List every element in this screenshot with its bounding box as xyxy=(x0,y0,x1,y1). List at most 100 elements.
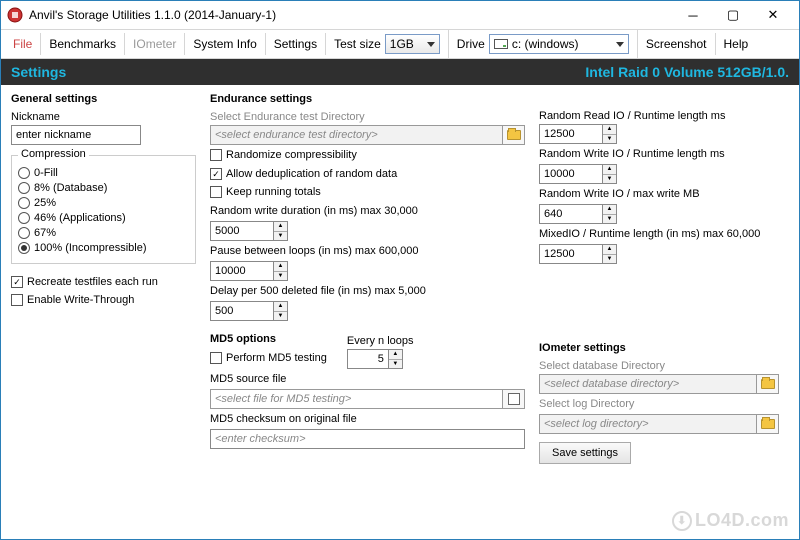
general-title: General settings xyxy=(11,93,196,105)
compression-option[interactable]: 46% (Applications) xyxy=(18,212,189,224)
folder-icon xyxy=(761,379,775,389)
watermark-icon: ⬇ xyxy=(672,511,692,531)
keep-checkbox-row[interactable]: Keep running totals xyxy=(210,186,525,198)
recreate-checkbox-row[interactable]: ✓ Recreate testfiles each run xyxy=(11,276,196,288)
compression-option-label: 67% xyxy=(34,227,56,239)
browse-button[interactable] xyxy=(756,375,778,393)
menu-settings[interactable]: Settings xyxy=(266,33,326,55)
compression-option-label: 25% xyxy=(34,197,56,209)
checkbox-icon: ✓ xyxy=(11,276,23,288)
browse-button[interactable] xyxy=(502,126,524,144)
maxwrite-label: Random Write IO / max write MB xyxy=(539,188,779,200)
md5-source-select[interactable]: <select file for MD5 testing> xyxy=(210,389,525,409)
nickname-label: Nickname xyxy=(11,111,196,123)
browse-button[interactable] xyxy=(756,415,778,433)
maximize-button[interactable]: ▢ xyxy=(713,3,753,27)
compression-option[interactable]: 8% (Database) xyxy=(18,182,189,194)
iometer-db-label: Select database Directory xyxy=(539,360,779,372)
file-icon xyxy=(508,393,520,405)
window-controls: ─ ▢ ✕ xyxy=(673,3,793,27)
iometer-log-label: Select log Directory xyxy=(539,398,779,410)
iometer-db-select[interactable]: <select database directory> xyxy=(539,374,779,394)
checkbox-icon xyxy=(210,352,222,364)
randomize-checkbox-row[interactable]: Randomize compressibility xyxy=(210,149,525,161)
iometer-log-select[interactable]: <select log directory> xyxy=(539,414,779,434)
nickname-input[interactable] xyxy=(11,125,141,145)
general-settings-col: General settings Nickname Compression 0-… xyxy=(11,93,196,531)
rw-duration-spinner[interactable]: 5000▲▼ xyxy=(210,221,288,241)
endurance-dir-label: Select Endurance test Directory xyxy=(210,111,525,123)
checkbox-icon xyxy=(210,149,222,161)
md5-checksum-label: MD5 checksum on original file xyxy=(210,413,525,425)
read-spinner[interactable]: 12500▲▼ xyxy=(539,124,617,144)
mixed-spinner[interactable]: 12500▲▼ xyxy=(539,244,617,264)
endurance-title: Endurance settings xyxy=(210,93,525,105)
content: General settings Nickname Compression 0-… xyxy=(1,85,799,539)
compression-option[interactable]: 67% xyxy=(18,227,189,239)
every-n-spinner[interactable]: 5▲▼ xyxy=(347,349,403,369)
compression-option-label: 46% (Applications) xyxy=(34,212,126,224)
compression-legend: Compression xyxy=(18,148,89,160)
minimize-button[interactable]: ─ xyxy=(673,3,713,27)
menu-help[interactable]: Help xyxy=(716,33,757,55)
radio-icon xyxy=(18,212,30,224)
app-window: Anvil's Storage Utilities 1.1.0 (2014-Ja… xyxy=(0,0,800,540)
browse-file-button[interactable] xyxy=(502,390,524,408)
test-size-value: 1GB xyxy=(390,37,414,51)
test-size-control: Test size 1GB xyxy=(326,30,449,58)
checkbox-icon: ✓ xyxy=(210,168,222,180)
compression-option[interactable]: 100% (Incompressible) xyxy=(18,242,189,254)
drive-icon xyxy=(494,39,508,49)
dedup-label: Allow deduplication of random data xyxy=(226,168,397,180)
mixed-label: MixedIO / Runtime length (in ms) max 60,… xyxy=(539,228,779,240)
keep-label: Keep running totals xyxy=(226,186,321,198)
menu-screenshot[interactable]: Screenshot xyxy=(638,33,716,55)
dedup-checkbox-row[interactable]: ✓ Allow deduplication of random data xyxy=(210,168,525,180)
menu-file[interactable]: File xyxy=(5,33,41,55)
md5-checksum-input[interactable] xyxy=(210,429,525,449)
compression-option-label: 100% (Incompressible) xyxy=(34,242,147,254)
pause-label: Pause between loops (in ms) max 600,000 xyxy=(210,245,525,257)
write-spinner[interactable]: 10000▲▼ xyxy=(539,164,617,184)
test-size-select[interactable]: 1GB xyxy=(385,34,440,54)
drive-select[interactable]: c: (windows) xyxy=(489,34,629,54)
write-through-checkbox-row[interactable]: Enable Write-Through xyxy=(11,294,196,306)
recreate-label: Recreate testfiles each run xyxy=(27,276,158,288)
every-n-label: Every n loops xyxy=(347,335,414,347)
endurance-dir-placeholder: <select endurance test directory> xyxy=(211,129,502,141)
radio-icon xyxy=(18,227,30,239)
iometer-title: IOmeter settings xyxy=(539,342,779,354)
close-button[interactable]: ✕ xyxy=(753,3,793,27)
radio-icon xyxy=(18,167,30,179)
iometer-db-placeholder: <select database directory> xyxy=(540,378,756,390)
radio-icon xyxy=(18,197,30,209)
compression-option-label: 8% (Database) xyxy=(34,182,107,194)
menu-system-info[interactable]: System Info xyxy=(185,33,265,55)
rw-duration-label: Random write duration (in ms) max 30,000 xyxy=(210,205,525,217)
radio-icon xyxy=(18,182,30,194)
menu-iometer[interactable]: IOmeter xyxy=(125,33,185,55)
write-through-label: Enable Write-Through xyxy=(27,294,134,306)
perform-md5-checkbox-row[interactable]: Perform MD5 testing xyxy=(210,352,327,364)
banner-title: Settings xyxy=(11,64,66,80)
delay-spinner[interactable]: 500▲▼ xyxy=(210,301,288,321)
pause-spinner[interactable]: 10000▲▼ xyxy=(210,261,288,281)
watermark-text: LO4D.com xyxy=(695,510,789,531)
toolbar: File Benchmarks IOmeter System Info Sett… xyxy=(1,29,799,59)
folder-icon xyxy=(761,419,775,429)
compression-option[interactable]: 25% xyxy=(18,197,189,209)
read-label: Random Read IO / Runtime length ms xyxy=(539,110,779,122)
randomize-label: Randomize compressibility xyxy=(226,149,357,161)
watermark: ⬇ LO4D.com xyxy=(672,510,789,531)
maxwrite-spinner[interactable]: 640▲▼ xyxy=(539,204,617,224)
endurance-dir-select[interactable]: <select endurance test directory> xyxy=(210,125,525,145)
drive-value: c: (windows) xyxy=(508,37,616,51)
save-settings-button[interactable]: Save settings xyxy=(539,442,631,464)
compression-option[interactable]: 0-Fill xyxy=(18,167,189,179)
compression-group: Compression 0-Fill8% (Database)25%46% (A… xyxy=(11,155,196,264)
menu-benchmarks[interactable]: Benchmarks xyxy=(41,33,125,55)
app-icon xyxy=(7,7,23,23)
radio-icon xyxy=(18,242,30,254)
folder-icon xyxy=(507,130,521,140)
endurance-col: Endurance settings Select Endurance test… xyxy=(210,93,525,531)
